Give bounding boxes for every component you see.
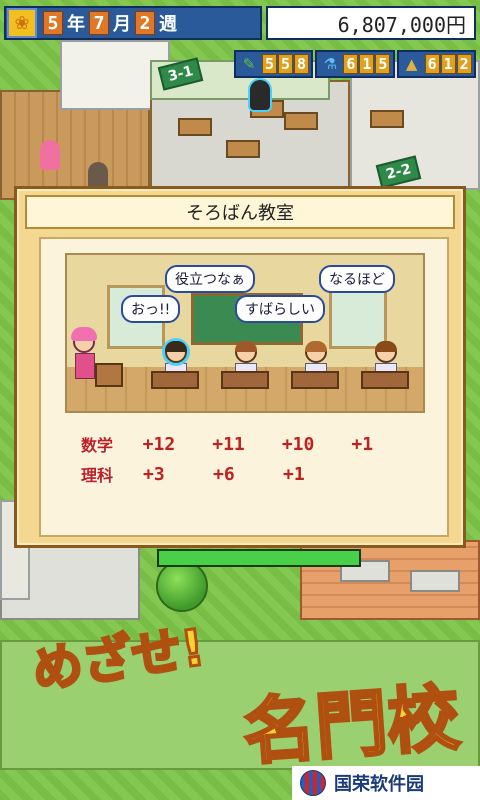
digit: 5 xyxy=(278,54,293,74)
stat-gain: +11 xyxy=(212,433,245,455)
stat-gain: +1 xyxy=(283,463,305,485)
speech-bubble: なるほど xyxy=(319,265,395,293)
subject-label: 数学 xyxy=(81,436,114,455)
sunflower-icon: ❀ xyxy=(7,8,37,38)
money-display: 6,807,000円 xyxy=(266,6,476,40)
year-label: 年 xyxy=(67,14,85,35)
digit: 5 xyxy=(375,54,391,74)
digit: 1 xyxy=(359,54,375,74)
pencil-points: ✎ 5 5 8 xyxy=(234,50,314,78)
digit: 1 xyxy=(440,54,456,74)
window xyxy=(329,285,387,349)
student-figure[interactable] xyxy=(250,80,270,110)
stat-gain: +6 xyxy=(213,463,235,485)
student xyxy=(233,341,259,373)
student xyxy=(163,341,189,373)
speech-bubble: 役立つなぁ xyxy=(165,265,255,293)
desk xyxy=(284,112,318,130)
desk xyxy=(370,110,404,128)
pencil-icon: ✎ xyxy=(242,55,256,73)
stat-row-math: 数学 +12 +11 +10 +1 xyxy=(81,429,421,459)
desk xyxy=(178,118,212,136)
stat-gain: +3 xyxy=(143,463,165,485)
week-value: 2 xyxy=(135,11,155,35)
stat-gain: +1 xyxy=(351,433,374,455)
watermark-logo: 国荣软件园 xyxy=(292,766,480,800)
stat-gain: +10 xyxy=(281,433,315,455)
week-label: 週 xyxy=(159,14,177,35)
watermark-text: 国荣软件园 xyxy=(334,774,424,795)
digit: 2 xyxy=(456,54,472,74)
desk xyxy=(221,371,269,389)
cone-points: ▲ 6 1 2 xyxy=(396,50,476,78)
student xyxy=(373,341,399,373)
event-dialog[interactable]: そろばん教室 おっ!! 役立つなぁ すばらしい なるほど 数学 +12 +11 … xyxy=(14,186,466,567)
stat-gain: +12 xyxy=(142,433,176,455)
speech-bubble: すばらしい xyxy=(235,295,325,323)
progress-fill xyxy=(159,551,359,565)
cone-icon: ▲ xyxy=(405,55,418,73)
month-label: 月 xyxy=(113,14,131,35)
date-display: ❀ 5 年 7 月 2 週 xyxy=(4,6,262,40)
month-value: 7 xyxy=(89,11,109,35)
promo-title: 名門校 xyxy=(239,674,463,776)
desk xyxy=(226,140,260,158)
speech-bubble: おっ!! xyxy=(121,295,181,323)
event-progress-bar xyxy=(157,549,361,567)
desk xyxy=(291,371,339,389)
desk xyxy=(151,371,199,389)
lab-bench xyxy=(410,570,460,592)
globe-icon xyxy=(300,770,326,796)
digit: 6 xyxy=(424,54,440,74)
digit: 8 xyxy=(294,54,309,74)
podium xyxy=(95,363,123,387)
research-points-bar: ✎ 5 5 8 ⚗ 6 1 5 ▲ 6 1 2 xyxy=(234,50,476,78)
teacher xyxy=(71,327,97,381)
dialog-content: おっ!! 役立つなぁ すばらしい なるほど 数学 +12 +11 +10 +1 … xyxy=(39,237,449,567)
dialog-title: そろばん教室 xyxy=(25,195,455,229)
student-figure[interactable] xyxy=(40,140,60,170)
digit: 6 xyxy=(343,54,359,74)
digit: 5 xyxy=(262,54,277,74)
flask-points: ⚗ 6 1 5 xyxy=(315,50,395,78)
stat-row-science: 理科 +3 +6 +1 xyxy=(81,459,421,489)
stat-gains: 数学 +12 +11 +10 +1 理科 +3 +6 +1 xyxy=(81,429,421,489)
year-value: 5 xyxy=(43,11,63,35)
flask-icon: ⚗ xyxy=(323,55,338,73)
subject-label: 理科 xyxy=(81,466,114,485)
student xyxy=(303,341,329,373)
desk xyxy=(361,371,409,389)
